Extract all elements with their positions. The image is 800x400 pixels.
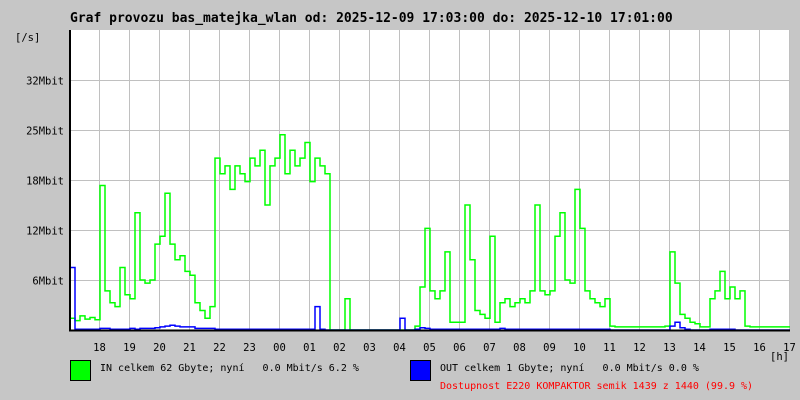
x-tick-label: 23 xyxy=(243,342,256,354)
y-tick-label: 6Mbit xyxy=(32,276,64,288)
legend-out-swatch xyxy=(410,360,431,381)
x-tick-label: 22 xyxy=(213,342,226,354)
x-tick-label: 09 xyxy=(543,342,556,354)
legend-in-swatch xyxy=(70,360,91,381)
x-tick-label: 12 xyxy=(633,342,646,354)
x-tick-label: 05 xyxy=(423,342,436,354)
x-tick-label: 11 xyxy=(603,342,616,354)
legend-in-text: IN celkem 62 Gbyte; nyní 0.0 Mbit/s 6.2 … xyxy=(100,362,359,374)
x-tick-label: 03 xyxy=(363,342,376,354)
traffic-graph: Graf provozu bas_matejka_wlan od: 2025-1… xyxy=(0,0,800,400)
y-tick-label: 32Mbit xyxy=(26,76,64,88)
y-tick-label: 25Mbit xyxy=(26,126,64,138)
x-tick-label: 21 xyxy=(183,342,196,354)
legend-out-text: OUT celkem 1 Gbyte; nyní 0.0 Mbit/s 0.0 … xyxy=(440,362,699,374)
y-tick-label: 18Mbit xyxy=(26,176,64,188)
x-tick-label: 19 xyxy=(123,342,136,354)
x-tick-label: 02 xyxy=(333,342,346,354)
x-tick-label: 20 xyxy=(153,342,166,354)
y-tick-label: 12Mbit xyxy=(26,226,64,238)
x-tick-label: 16 xyxy=(753,342,766,354)
x-tick-label: 06 xyxy=(453,342,466,354)
x-tick-label: 13 xyxy=(663,342,676,354)
x-tick-label: 14 xyxy=(693,342,706,354)
x-tick-label: 04 xyxy=(393,342,406,354)
x-tick-label: 01 xyxy=(303,342,316,354)
y-axis-unit: [/s] xyxy=(15,32,40,44)
x-tick-label: 00 xyxy=(273,342,286,354)
availability-text: Dostupnost E220 KOMPAKTOR semik 1439 z 1… xyxy=(440,381,753,392)
x-axis-unit: [h] xyxy=(770,351,789,363)
x-tick-label: 07 xyxy=(483,342,496,354)
x-tick-label: 18 xyxy=(93,342,106,354)
x-tick-label: 10 xyxy=(573,342,586,354)
x-tick-label: 08 xyxy=(513,342,526,354)
chart-title: Graf provozu bas_matejka_wlan od: 2025-1… xyxy=(70,11,673,26)
x-tick-label: 15 xyxy=(723,342,736,354)
